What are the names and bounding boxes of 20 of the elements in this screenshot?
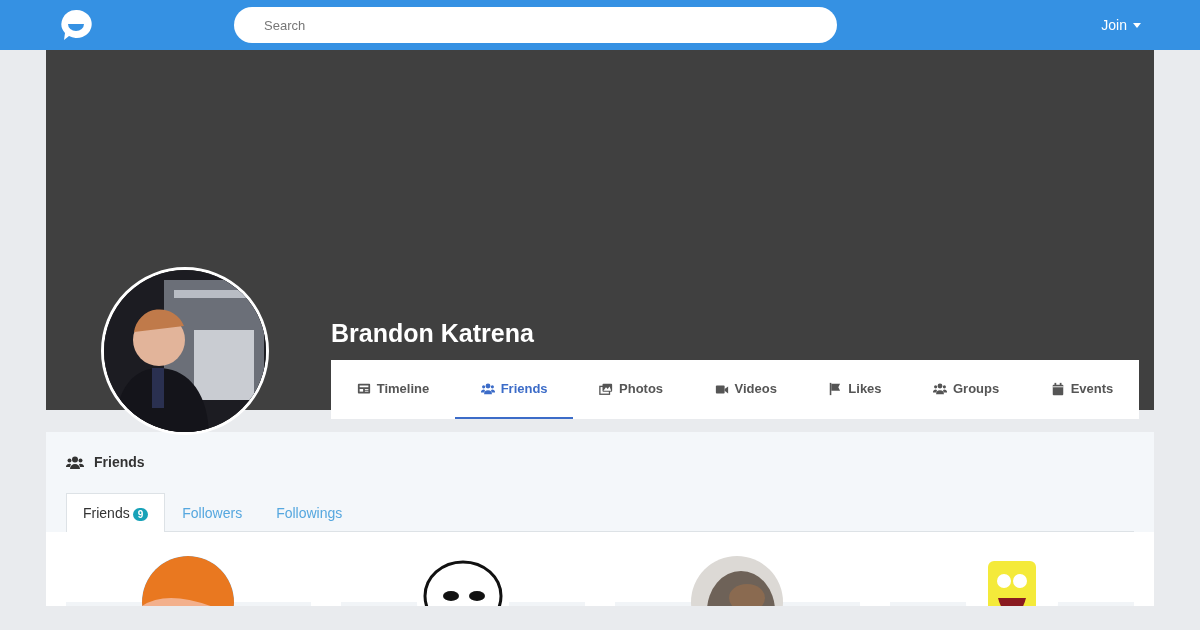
profile-tab[interactable]: Videos <box>688 360 803 419</box>
flag-icon <box>828 381 843 396</box>
calendar-icon <box>1050 381 1065 396</box>
users-icon <box>480 381 495 396</box>
profile-tab[interactable]: Events <box>1024 360 1139 419</box>
search-field[interactable]: Search <box>234 7 837 43</box>
profile-tab[interactable]: Groups <box>907 360 1025 419</box>
profile-tab[interactable]: Timeline <box>331 360 455 419</box>
count-badge: 9 <box>132 507 149 521</box>
profile-tab[interactable]: Likes <box>802 360 908 419</box>
section-title: Friends <box>94 452 145 472</box>
profile-tab[interactable]: Photos <box>573 360 689 419</box>
users-icon <box>933 381 947 396</box>
profile-tab[interactable]: Friends <box>454 360 574 419</box>
newspaper-icon <box>356 381 371 396</box>
chat-bubble-logo-icon[interactable] <box>60 9 92 41</box>
users-icon <box>66 455 84 469</box>
images-icon <box>599 381 614 396</box>
friends-tab[interactable]: Friends 9 <box>66 493 166 532</box>
profile-name: Brandon Katrena <box>331 318 535 349</box>
